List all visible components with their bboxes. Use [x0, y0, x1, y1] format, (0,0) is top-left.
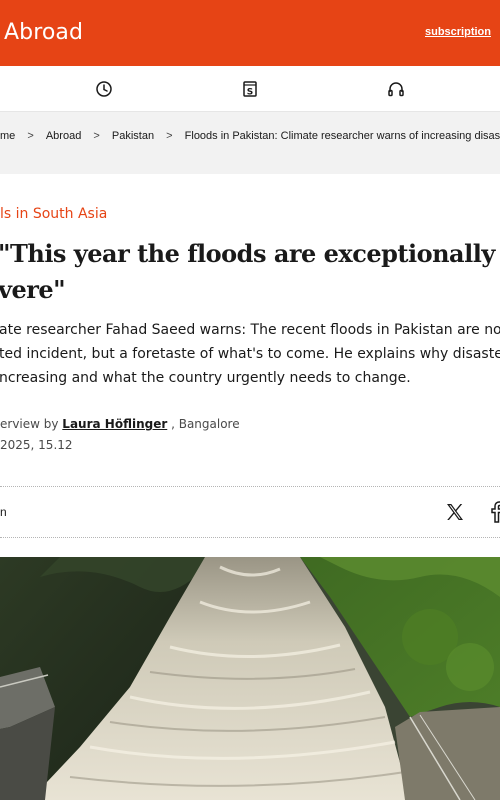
breadcrumb-separator: > — [27, 130, 34, 142]
breadcrumb-separator: > — [93, 130, 100, 142]
clock-icon[interactable] — [95, 80, 113, 98]
breadcrumb-item-pakistan[interactable]: Pakistan — [112, 130, 154, 142]
publish-date: 2025, 15.12 — [0, 438, 73, 452]
svg-text:S: S — [247, 88, 253, 98]
breadcrumb-separator: > — [166, 130, 173, 142]
x-icon[interactable] — [445, 502, 465, 522]
author-link[interactable]: Laura Höflinger — [62, 417, 167, 431]
headline-line-2: vere" — [0, 275, 66, 304]
lead-line-1: ate researcher Fahad Saeed warns: The re… — [0, 322, 500, 338]
article-lead: ate researcher Fahad Saeed warns: The re… — [0, 318, 500, 390]
breadcrumb-item-current: Floods in Pakistan: Climate researcher w… — [184, 130, 500, 142]
byline-prefix: erview by — [0, 417, 63, 431]
top-bar: Abroad subscription — [0, 0, 500, 66]
byline-location: , Bangalore — [167, 417, 240, 431]
share-label: n — [0, 505, 7, 519]
icon-bar: S — [0, 66, 500, 112]
headline-line-1: "This year the floods are exceptionally — [0, 239, 495, 268]
breadcrumb-item-home[interactable]: me — [0, 130, 15, 142]
headphones-icon[interactable] — [387, 80, 405, 98]
article-kicker: ls in South Asia — [0, 206, 108, 222]
divider-strip — [0, 162, 500, 174]
facebook-icon[interactable] — [489, 501, 500, 523]
breadcrumb-item-abroad[interactable]: Abroad — [46, 130, 81, 142]
newspaper-s-icon[interactable]: S — [241, 80, 259, 98]
article-headline: "This year the floods are exceptionally … — [0, 236, 500, 308]
lead-line-3: ncreasing and what the country urgently … — [0, 370, 411, 386]
lead-line-2: ted incident, but a foretaste of what's … — [0, 346, 500, 362]
subscription-link[interactable]: subscription — [425, 26, 491, 38]
section-title[interactable]: Abroad — [4, 20, 83, 45]
share-bar: n — [0, 486, 500, 538]
byline: erview by Laura Höflinger , Bangalore — [0, 417, 240, 431]
breadcrumb: me > Abroad > Pakistan > Floods in Pakis… — [0, 112, 500, 162]
article-photo-dam-spillway — [0, 557, 500, 800]
